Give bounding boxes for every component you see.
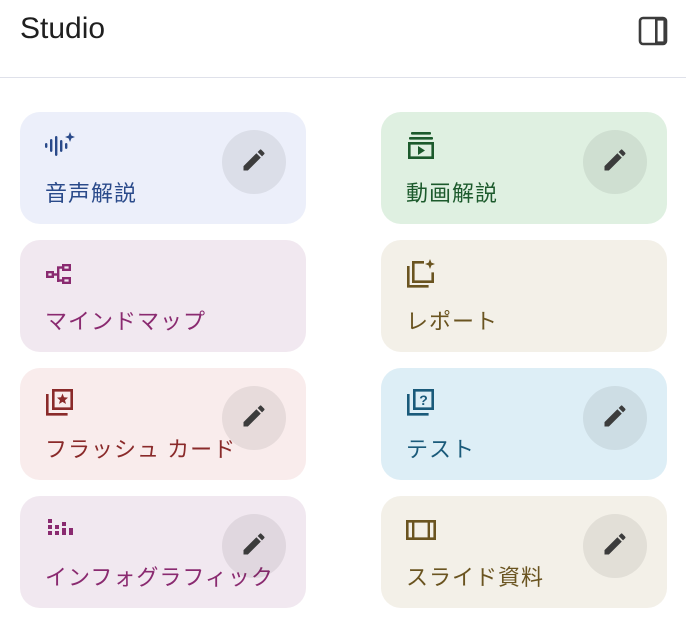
pencil-icon bbox=[240, 146, 268, 179]
flashcard-star-icon bbox=[44, 386, 76, 418]
studio-header: Studio bbox=[0, 0, 686, 78]
edit-button[interactable] bbox=[583, 514, 647, 578]
pencil-icon bbox=[240, 402, 268, 435]
studio-card-mind-map[interactable]: マインドマップ bbox=[20, 240, 306, 352]
studio-card-slides[interactable]: スライド資料 bbox=[381, 496, 667, 608]
edit-button[interactable] bbox=[583, 130, 647, 194]
card-label: 音声解説 bbox=[45, 181, 138, 206]
page-title: Studio bbox=[20, 12, 106, 45]
edit-button[interactable] bbox=[222, 130, 286, 194]
studio-card-quiz[interactable]: ? テスト bbox=[381, 368, 667, 480]
pencil-icon bbox=[601, 530, 629, 563]
infographic-bars-icon bbox=[44, 514, 76, 546]
studio-card-infographic[interactable]: インフォグラフィック bbox=[20, 496, 306, 608]
edit-button[interactable] bbox=[583, 386, 647, 450]
slides-icon bbox=[405, 514, 437, 546]
report-sparkle-icon bbox=[405, 258, 437, 290]
edit-button[interactable] bbox=[222, 514, 286, 578]
studio-card-audio-overview[interactable]: 音声解説 bbox=[20, 112, 306, 224]
card-label: スライド資料 bbox=[406, 565, 545, 590]
side-panel-icon[interactable] bbox=[638, 16, 668, 46]
pencil-icon bbox=[601, 402, 629, 435]
svg-text:?: ? bbox=[419, 392, 428, 408]
card-label: フラッシュ カード bbox=[45, 437, 237, 462]
mind-map-icon bbox=[44, 258, 76, 290]
video-play-icon bbox=[405, 130, 437, 162]
studio-card-report[interactable]: レポート bbox=[381, 240, 667, 352]
pencil-icon bbox=[601, 146, 629, 179]
card-label: レポート bbox=[406, 309, 499, 334]
studio-card-flashcards[interactable]: フラッシュ カード bbox=[20, 368, 306, 480]
quiz-question-icon: ? bbox=[405, 386, 437, 418]
card-label: テスト bbox=[406, 437, 476, 462]
card-label: 動画解説 bbox=[406, 181, 499, 206]
edit-button[interactable] bbox=[222, 386, 286, 450]
studio-card-video-overview[interactable]: 動画解説 bbox=[381, 112, 667, 224]
pencil-icon bbox=[240, 530, 268, 563]
audio-sparkle-icon bbox=[44, 130, 76, 162]
card-label: マインドマップ bbox=[45, 309, 207, 334]
